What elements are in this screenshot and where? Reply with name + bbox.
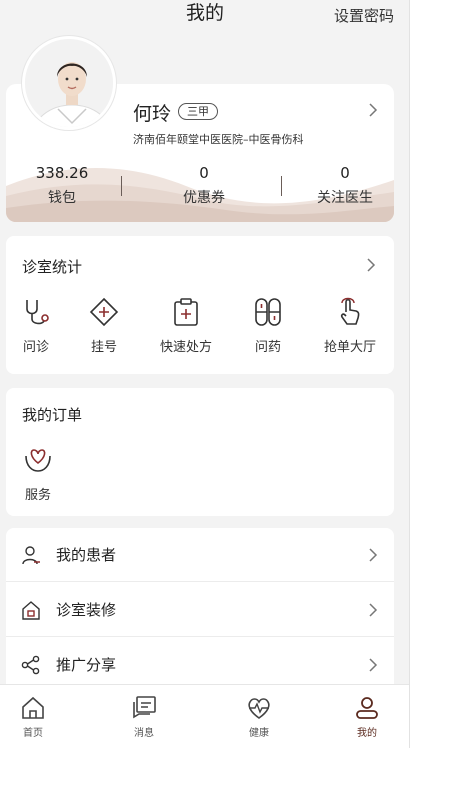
house-icon bbox=[22, 601, 40, 620]
hospital-department: 济南佰年颐堂中医医院–中医骨伤科 bbox=[133, 133, 304, 146]
order-service[interactable]: 服务 bbox=[3, 444, 73, 503]
app-screen: 我的 设置密码 何玲 三甲 济南佰年颐堂中医医院–中医骨伤科 338.26 钱包 bbox=[0, 0, 410, 748]
stethoscope-icon bbox=[26, 300, 49, 325]
coupon-value: 0 bbox=[199, 164, 209, 182]
user-icon bbox=[356, 697, 378, 719]
followed-doctors-value: 0 bbox=[340, 164, 350, 182]
my-orders-title: 我的订单 bbox=[22, 406, 83, 424]
followed-doctors-label: 关注医生 bbox=[317, 190, 373, 206]
hospital-level-badge: 三甲 bbox=[178, 103, 218, 120]
tool-consult[interactable]: 问诊 bbox=[1, 296, 71, 355]
tab-home-label: 首页 bbox=[23, 728, 43, 739]
chevron-right-icon[interactable] bbox=[364, 258, 378, 272]
tab-messages-label: 消息 bbox=[134, 728, 154, 739]
wallet-value: 338.26 bbox=[35, 164, 89, 182]
health-heart-icon bbox=[248, 698, 270, 719]
register-icon bbox=[89, 297, 119, 327]
chevron-right-icon[interactable] bbox=[366, 103, 380, 117]
tool-order-hall[interactable]: 抢单大厅 bbox=[315, 296, 385, 355]
prescription-icon bbox=[174, 298, 198, 326]
order-service-label: 服务 bbox=[24, 488, 51, 503]
stat-divider bbox=[281, 176, 282, 196]
chevron-right-icon bbox=[369, 658, 378, 672]
pills-icon bbox=[255, 298, 281, 326]
doctor-avatar[interactable] bbox=[22, 36, 116, 130]
tab-messages[interactable]: 消息 bbox=[114, 695, 174, 739]
clinic-stats-title[interactable]: 诊室统计 bbox=[22, 256, 82, 277]
chevron-right-icon bbox=[369, 548, 378, 562]
message-icon bbox=[133, 696, 156, 719]
tool-drug-inquiry-label: 问药 bbox=[254, 340, 281, 355]
tool-quick-prescription[interactable]: 快速处方 bbox=[151, 296, 221, 355]
wallet-label: 钱包 bbox=[48, 190, 76, 206]
tab-mine-label: 我的 bbox=[357, 728, 377, 739]
top-bar: 我的 设置密码 bbox=[0, 0, 409, 34]
my-orders-card: 我的订单 服务 bbox=[6, 388, 394, 516]
heart-hands-icon bbox=[25, 449, 51, 472]
patient-icon bbox=[22, 546, 40, 565]
tool-register-label: 挂号 bbox=[90, 340, 117, 355]
menu-item-label: 推广分享 bbox=[56, 656, 117, 674]
set-password-link[interactable]: 设置密码 bbox=[334, 5, 394, 26]
menu-list-card: 我的患者 诊室装修 推广分享 bbox=[6, 528, 394, 698]
tap-hand-icon bbox=[340, 297, 360, 325]
doctor-name: 何玲 bbox=[133, 103, 172, 125]
stat-divider bbox=[121, 176, 122, 196]
tab-home[interactable]: 首页 bbox=[3, 695, 63, 739]
tool-drug-inquiry[interactable]: 问药 bbox=[233, 296, 303, 355]
tab-health[interactable]: 健康 bbox=[229, 695, 289, 739]
menu-item-label: 诊室装修 bbox=[56, 601, 117, 619]
followed-doctors-stat[interactable]: 0 关注医生 bbox=[290, 164, 400, 206]
menu-item-label: 我的患者 bbox=[56, 546, 117, 564]
coupon-stat[interactable]: 0 优惠券 bbox=[149, 164, 259, 206]
tab-health-label: 健康 bbox=[249, 728, 269, 739]
tool-quick-prescription-label: 快速处方 bbox=[159, 340, 212, 355]
clinic-stats-card: 诊室统计 问诊 挂号 快速处方 问药 抢单大厅 bbox=[6, 236, 394, 374]
wallet-stat[interactable]: 338.26 钱包 bbox=[7, 164, 117, 206]
share-icon bbox=[21, 655, 40, 675]
menu-item-my-patients[interactable]: 我的患者 bbox=[6, 528, 394, 582]
chevron-right-icon bbox=[369, 603, 378, 617]
tool-consult-label: 问诊 bbox=[22, 340, 49, 355]
tool-order-hall-label: 抢单大厅 bbox=[323, 340, 376, 355]
menu-item-clinic-decoration[interactable]: 诊室装修 bbox=[6, 583, 394, 637]
bottom-tab-bar: 首页 消息 健康 我的 bbox=[0, 684, 409, 748]
coupon-label: 优惠券 bbox=[183, 190, 225, 206]
tool-register[interactable]: 挂号 bbox=[69, 296, 139, 355]
tab-mine[interactable]: 我的 bbox=[337, 695, 397, 739]
home-icon bbox=[22, 696, 44, 719]
